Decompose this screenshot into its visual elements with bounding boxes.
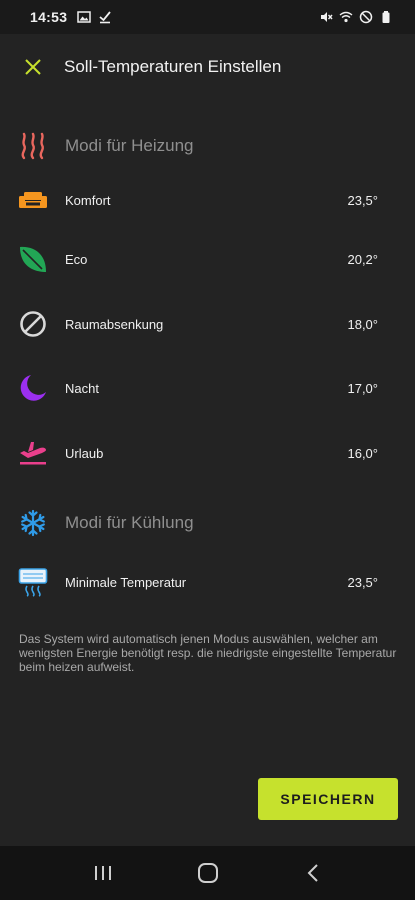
cooling-section-title: Modi für Kühlung <box>65 513 194 532</box>
plane-departure-icon <box>20 442 46 465</box>
back-icon <box>307 864 318 882</box>
home-icon <box>197 863 218 883</box>
mode-label-komfort: Komfort <box>65 192 111 208</box>
sofa-icon <box>19 192 47 208</box>
mode-row-minimale-temperatur[interactable]: Minimale Temperatur 23,5° <box>0 558 415 606</box>
mode-label-eco: Eco <box>65 251 88 267</box>
save-button[interactable]: SPEICHERN <box>258 778 398 820</box>
mode-row-urlaub[interactable]: Urlaub 16,0° <box>0 429 415 477</box>
mode-value-urlaub[interactable]: 16,0° <box>347 446 378 461</box>
mode-value-komfort[interactable]: 23,5° <box>347 193 378 208</box>
home-button[interactable] <box>188 853 228 893</box>
leaf-icon <box>20 246 46 272</box>
image-icon <box>77 11 92 23</box>
mode-value-raumabsenkung[interactable]: 18,0° <box>347 317 378 332</box>
status-bar: 14:53 <box>0 0 415 34</box>
wifi-icon <box>339 11 353 23</box>
prohibited-icon <box>20 311 46 337</box>
status-time: 14:53 <box>30 9 68 25</box>
mode-label-minimale-temperatur: Minimale Temperatur <box>65 574 187 590</box>
recent-apps-button[interactable] <box>83 853 123 893</box>
mode-row-nacht[interactable]: Nacht 17,0° <box>0 364 415 412</box>
mode-row-raumabsenkung[interactable]: Raumabsenkung 18,0° <box>0 300 415 348</box>
mode-value-minimale-temperatur[interactable]: 23,5° <box>347 575 378 590</box>
mode-label-urlaub: Urlaub <box>65 445 104 461</box>
dnd-icon <box>359 10 373 24</box>
close-icon <box>25 59 41 75</box>
download-done-icon <box>99 11 112 24</box>
app-bar: Soll-Temperaturen Einstellen <box>0 34 415 100</box>
mute-icon <box>321 12 333 22</box>
mode-value-eco[interactable]: 20,2° <box>347 252 378 267</box>
mode-label-nacht: Nacht <box>65 380 99 396</box>
close-button[interactable] <box>18 52 48 82</box>
page-title: Soll-Temperaturen Einstellen <box>64 57 282 76</box>
cooling-section-header: Modi für Kühlung <box>0 503 415 543</box>
mode-row-eco[interactable]: Eco 20,2° <box>0 235 415 283</box>
air-conditioner-icon <box>18 568 48 597</box>
recent-apps-icon <box>94 866 111 880</box>
snowflake-icon <box>21 509 45 537</box>
mode-label-raumabsenkung: Raumabsenkung <box>65 316 164 332</box>
heating-section-header: Modi für Heizung <box>0 126 415 166</box>
system-nav-bar <box>0 846 415 900</box>
info-text: Das System wird automatisch jenen Modus … <box>19 632 397 674</box>
back-button[interactable] <box>293 853 333 893</box>
mode-row-komfort[interactable]: Komfort 23,5° <box>0 176 415 224</box>
heat-waves-icon <box>21 132 44 160</box>
mode-value-nacht[interactable]: 17,0° <box>347 381 378 396</box>
heating-section-title: Modi für Heizung <box>65 136 194 155</box>
battery-icon <box>382 11 390 23</box>
moon-icon <box>20 375 46 401</box>
